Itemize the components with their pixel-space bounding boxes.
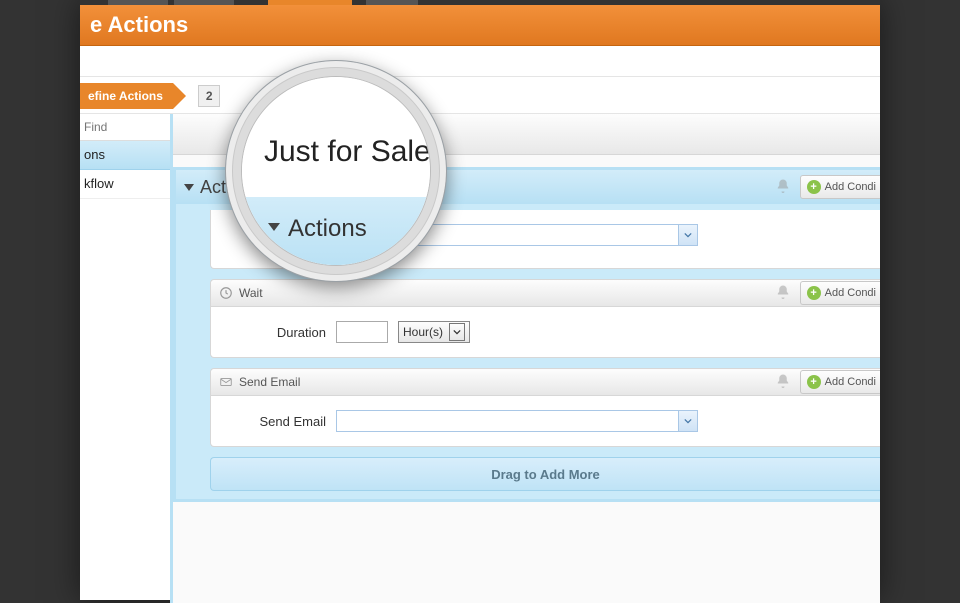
page-title-bar: e Actions	[80, 5, 880, 46]
drag-to-add-more[interactable]: Drag to Add More	[210, 457, 880, 491]
drag-label: Drag to Add More	[491, 467, 600, 482]
card-header[interactable]: Send Email + Add Condi	[211, 369, 880, 396]
bell-icon[interactable]	[774, 373, 792, 391]
sidebar: ons kflow	[80, 114, 173, 603]
magnified-actions-header: Actions	[242, 197, 430, 265]
chevron-down-icon	[268, 223, 280, 231]
add-condition-button[interactable]: + Add Condi	[800, 370, 880, 394]
step-define-actions[interactable]: efine Actions	[80, 83, 173, 109]
add-condition-label: Add Condi	[825, 376, 876, 388]
plus-icon: +	[807, 180, 821, 194]
tab[interactable]	[108, 0, 168, 5]
field-label: Send Email	[251, 414, 326, 429]
sidebar-item[interactable]: ons	[80, 141, 170, 170]
tab[interactable]	[174, 0, 234, 5]
bell-icon[interactable]	[774, 178, 792, 196]
body: ons kflow Actions	[80, 114, 880, 603]
duration-unit-select[interactable]: Hour(s)	[398, 321, 470, 343]
card-body: Duration Hour(s)	[211, 307, 880, 357]
plus-icon: +	[807, 286, 821, 300]
tab[interactable]	[366, 0, 418, 5]
magnified-actions-label: Actions	[288, 215, 367, 243]
panel-toolbar: + Add Condi	[774, 175, 880, 199]
plus-icon: +	[807, 375, 821, 389]
add-condition-button[interactable]: + Add Condi	[800, 175, 880, 199]
find-input[interactable]	[80, 115, 170, 139]
magnifier-inner: Just for Sale Actions	[242, 77, 430, 265]
page-title: e Actions	[90, 12, 188, 38]
field-label: Duration	[251, 325, 326, 340]
card-header[interactable]: Wait + Add Condi	[211, 280, 880, 307]
spacer	[80, 46, 880, 76]
clock-icon	[219, 286, 233, 300]
card-title: Send Email	[239, 375, 300, 389]
tab-strip	[80, 0, 880, 5]
tab-active[interactable]	[268, 0, 352, 5]
step-label: efine Actions	[88, 89, 163, 103]
card-body: Send Email	[211, 396, 880, 446]
add-condition-label: Add Condi	[825, 181, 876, 193]
add-condition-label: Add Condi	[825, 287, 876, 299]
add-condition-button[interactable]: + Add Condi	[800, 281, 880, 305]
envelope-icon	[219, 375, 233, 389]
chevron-down-icon	[678, 411, 697, 431]
sidebar-item[interactable]: kflow	[80, 170, 170, 199]
bell-icon[interactable]	[774, 284, 792, 302]
step-2[interactable]: 2	[198, 85, 220, 107]
magnified-workflow-title: Just for Sale	[264, 135, 430, 169]
send-email-select[interactable]	[336, 410, 698, 432]
sidebar-item-label: kflow	[84, 176, 114, 191]
magnifier-lens: Just for Sale Actions	[225, 60, 447, 282]
sidebar-item-label: ons	[84, 147, 105, 162]
action-card-send-email: Send Email + Add Condi	[210, 368, 880, 447]
chevron-down-icon	[184, 184, 194, 191]
chevron-down-icon	[678, 225, 697, 245]
duration-input[interactable]	[336, 321, 388, 343]
wizard-steps: efine Actions 2	[80, 76, 880, 114]
app-window: e Actions efine Actions 2 ons kflow	[80, 0, 880, 600]
action-card-wait: Wait + Add Condi Durati	[210, 279, 880, 358]
find-row	[80, 114, 170, 141]
card-title: Wait	[239, 286, 263, 300]
chevron-down-icon	[449, 323, 465, 341]
unit-value: Hour(s)	[403, 325, 443, 339]
